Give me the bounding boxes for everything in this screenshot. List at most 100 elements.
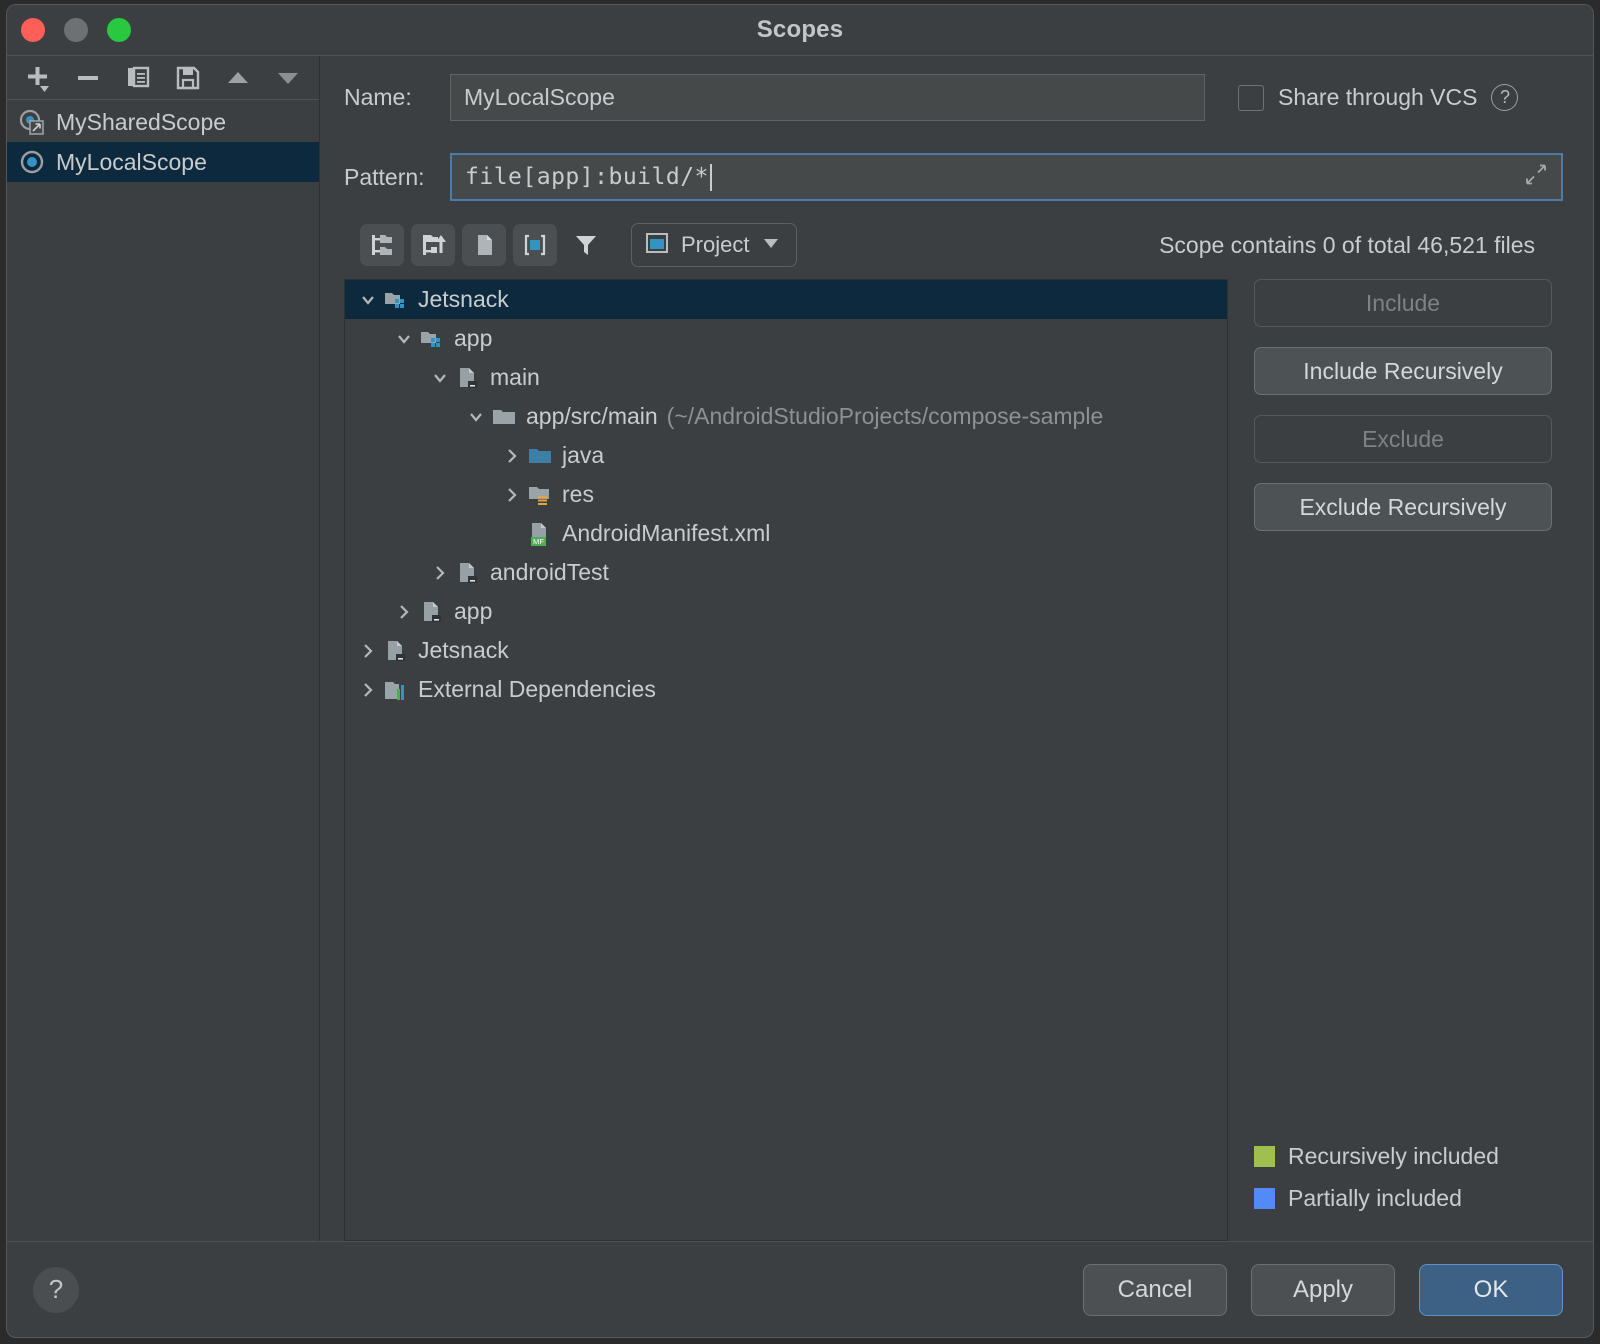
name-label: Name:	[344, 84, 450, 111]
tree-and-actions: Jetsnack	[320, 267, 1593, 1241]
apply-button[interactable]: Apply	[1251, 1264, 1395, 1316]
twisty-expanded-icon[interactable]	[425, 368, 455, 388]
show-included-only-button[interactable]	[513, 224, 557, 266]
move-down-button[interactable]	[265, 59, 311, 97]
twisty-expanded-icon[interactable]	[389, 329, 419, 349]
chevron-down-icon	[760, 232, 782, 259]
android-source-set-icon	[455, 560, 481, 586]
table-row[interactable]: Jetsnack	[345, 280, 1227, 319]
move-up-button[interactable]	[215, 59, 261, 97]
include-recursively-button[interactable]: Include Recursively	[1254, 347, 1552, 395]
tree-node-label: AndroidManifest.xml	[562, 520, 770, 547]
legend-swatch-green	[1254, 1146, 1275, 1167]
legend-label: Partially included	[1288, 1185, 1462, 1212]
add-scope-button[interactable]	[15, 59, 61, 97]
collapse-tree-icon	[419, 231, 447, 259]
save-scope-button[interactable]	[165, 59, 211, 97]
window-title: Scopes	[7, 16, 1593, 44]
sidebar-item-label: MySharedScope	[56, 109, 226, 136]
text-caret	[710, 164, 712, 191]
table-row[interactable]: Jetsnack	[345, 631, 1227, 670]
pattern-label: Pattern:	[344, 164, 450, 191]
footer-actions: Cancel Apply OK	[1083, 1264, 1563, 1316]
tree-node-label: app/src/main	[526, 403, 658, 430]
tree-node-label: java	[562, 442, 604, 469]
expand-diagonal-icon[interactable]	[1523, 162, 1549, 193]
remove-scope-button[interactable]	[65, 59, 111, 97]
external-dependencies-icon	[383, 677, 409, 703]
sidebar-item-mysharedscope[interactable]: MySharedScope	[7, 102, 319, 142]
table-row[interactable]: main	[345, 358, 1227, 397]
table-row[interactable]: app	[345, 592, 1227, 631]
name-row: Name: MyLocalScope Share through VCS ?	[344, 74, 1563, 121]
exclude-button[interactable]: Exclude	[1254, 415, 1552, 463]
cancel-button[interactable]: Cancel	[1083, 1264, 1227, 1316]
triangle-down-icon	[273, 63, 303, 93]
twisty-collapsed-icon[interactable]	[353, 641, 383, 661]
local-scope-icon	[19, 149, 45, 175]
legend-item-recursively-included: Recursively included	[1254, 1135, 1552, 1177]
dialog-footer: ? Cancel Apply OK	[7, 1241, 1593, 1337]
maximize-window-button[interactable]	[107, 18, 131, 42]
twisty-collapsed-icon[interactable]	[497, 446, 527, 466]
table-row[interactable]: MF AndroidManifest.xml	[345, 514, 1227, 553]
view-selector-label: Project	[681, 232, 749, 258]
twisty-collapsed-icon[interactable]	[353, 680, 383, 700]
android-module-group-icon	[419, 326, 445, 352]
table-row[interactable]: External Dependencies	[345, 670, 1227, 709]
expand-all-button[interactable]	[360, 224, 404, 266]
twisty-collapsed-icon[interactable]	[497, 485, 527, 505]
legend-label: Recursively included	[1288, 1143, 1499, 1170]
table-row[interactable]: res	[345, 475, 1227, 514]
table-row[interactable]: app	[345, 319, 1227, 358]
tree-node-label: androidTest	[490, 559, 609, 586]
folder-icon	[491, 404, 517, 430]
scopes-toolbar	[7, 56, 319, 100]
resource-folder-icon	[527, 482, 553, 508]
pattern-value: file[app]:build/*	[465, 164, 709, 190]
view-selector-dropdown[interactable]: Project	[631, 223, 797, 267]
share-vcs-label: Share through VCS	[1278, 84, 1477, 111]
filter-button[interactable]	[564, 224, 608, 266]
twisty-collapsed-icon[interactable]	[425, 563, 455, 583]
tree-node-path: (~/AndroidStudioProjects/compose-sample	[667, 403, 1104, 430]
help-button[interactable]: ?	[33, 1267, 79, 1313]
tree-node-label: External Dependencies	[418, 676, 656, 703]
scope-count-label: Scope contains 0 of total 46,521 files	[1159, 232, 1563, 259]
manifest-file-icon: MF	[527, 521, 553, 547]
legend-item-partially-included: Partially included	[1254, 1177, 1552, 1219]
tree-node-label: app	[454, 325, 492, 352]
ok-button[interactable]: OK	[1419, 1264, 1563, 1316]
share-vcs-group: Share through VCS ?	[1238, 84, 1518, 111]
twisty-expanded-icon[interactable]	[461, 407, 491, 427]
share-vcs-checkbox[interactable]	[1238, 85, 1264, 111]
plus-dropdown-icon	[23, 63, 53, 93]
include-button[interactable]: Include	[1254, 279, 1552, 327]
android-source-set-icon	[419, 599, 445, 625]
scope-pattern-input[interactable]: file[app]:build/*	[450, 153, 1563, 201]
copy-scope-button[interactable]	[115, 59, 161, 97]
close-window-button[interactable]	[21, 18, 45, 42]
twisty-expanded-icon[interactable]	[353, 290, 383, 310]
exclude-recursively-button[interactable]: Exclude Recursively	[1254, 483, 1552, 531]
table-row[interactable]: androidTest	[345, 553, 1227, 592]
scope-name-input[interactable]: MyLocalScope	[450, 74, 1205, 121]
collapse-all-button[interactable]	[411, 224, 455, 266]
sidebar-item-mylocalscope[interactable]: MyLocalScope	[7, 142, 319, 182]
android-module-group-icon	[383, 287, 409, 313]
question-circle-icon[interactable]: ?	[1491, 84, 1518, 111]
tree-node-label: main	[490, 364, 540, 391]
minimize-window-button[interactable]	[64, 18, 88, 42]
legend: Recursively included Partially included	[1254, 1135, 1552, 1241]
android-source-set-icon	[455, 365, 481, 391]
scope-file-tree[interactable]: Jetsnack	[344, 279, 1228, 1241]
include-exclude-actions: Include Include Recursively Exclude Excl…	[1228, 279, 1552, 1241]
table-row[interactable]: java	[345, 436, 1227, 475]
svg-text:MF: MF	[533, 537, 544, 546]
minus-icon	[73, 63, 103, 93]
tree-node-label: app	[454, 598, 492, 625]
flatten-packages-button[interactable]	[462, 224, 506, 266]
table-row[interactable]: app/src/main (~/AndroidStudioProjects/co…	[345, 397, 1227, 436]
tree-node-label: Jetsnack	[418, 637, 509, 664]
twisty-collapsed-icon[interactable]	[389, 602, 419, 622]
